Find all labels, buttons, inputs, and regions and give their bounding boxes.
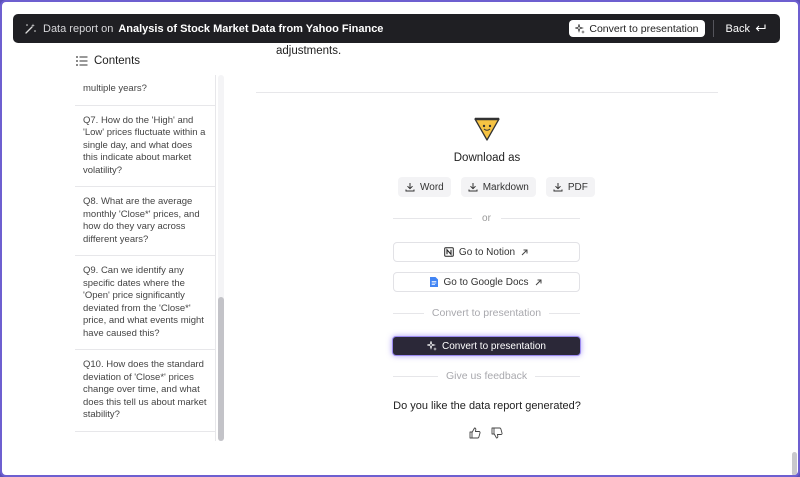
feedback-buttons <box>469 427 503 439</box>
magic-wand-icon <box>23 22 37 36</box>
download-icon <box>468 183 478 192</box>
feedback-section-divider: Give us feedback <box>393 370 581 382</box>
download-pdf-button[interactable]: PDF <box>545 177 595 197</box>
toc-list: multiple years? Q7. How do the 'High' an… <box>75 75 216 441</box>
top-bar: Data report on Analysis of Stock Market … <box>13 14 780 43</box>
sparkle-icon <box>427 341 438 351</box>
contents-header: Contents <box>75 47 226 75</box>
toc-item-q9[interactable]: Q9. Can we identify any specific dates w… <box>75 256 215 350</box>
toc-item-q7[interactable]: Q7. How do the 'High' and 'Low' prices f… <box>75 106 215 187</box>
back-button[interactable]: Back <box>726 23 766 35</box>
page-scrollbar[interactable] <box>791 46 798 475</box>
toc-item-q10[interactable]: Q10. How does the standard deviation of … <box>75 350 215 432</box>
sparkle-icon <box>575 23 586 34</box>
download-word-button[interactable]: Word <box>398 177 451 197</box>
go-to-notion-button[interactable]: Go to Notion <box>393 242 580 262</box>
download-markdown-button[interactable]: Markdown <box>460 177 536 197</box>
report-title: Analysis of Stock Market Data from Yahoo… <box>118 22 384 35</box>
download-as-label: Download as <box>453 152 521 164</box>
go-to-google-docs-button[interactable]: Go to Google Docs <box>393 272 580 292</box>
notion-icon <box>444 247 454 257</box>
app-window: Data report on Analysis of Stock Market … <box>0 0 800 477</box>
thumbs-down-icon[interactable] <box>491 427 503 439</box>
enter-arrow-icon <box>755 24 766 32</box>
download-icon <box>553 183 563 192</box>
list-icon <box>76 56 88 66</box>
report-prefix: Data report on <box>43 22 114 35</box>
external-link-icon <box>535 279 542 285</box>
download-buttons: Word Markdown PDF <box>398 177 595 197</box>
or-separator: or <box>393 213 580 224</box>
download-icon <box>405 183 415 192</box>
toc-scrollbar[interactable] <box>218 75 224 441</box>
google-docs-icon <box>430 277 439 287</box>
contents-sidebar: Contents multiple years? Q7. How do the … <box>75 47 226 442</box>
convert-section-divider: Convert to presentation <box>393 307 580 319</box>
convert-to-presentation-button[interactable]: Convert to presentation <box>392 336 581 356</box>
report-text-fragment: adjustments. <box>276 45 342 57</box>
external-link-icon <box>521 249 528 255</box>
brand-logo-icon <box>474 117 500 141</box>
toc-item-q8[interactable]: Q8. What are the average monthly 'Close*… <box>75 187 215 256</box>
feedback-question: Do you like the data report generated? <box>393 400 581 412</box>
divider <box>256 92 718 93</box>
toc-scrollbar-thumb[interactable] <box>218 297 224 441</box>
thumbs-up-icon[interactable] <box>469 427 481 439</box>
convert-to-presentation-top-button[interactable]: Convert to presentation <box>569 20 705 37</box>
toc-item-q6[interactable]: multiple years? <box>75 75 215 106</box>
page-scrollbar-thumb[interactable] <box>792 452 797 475</box>
